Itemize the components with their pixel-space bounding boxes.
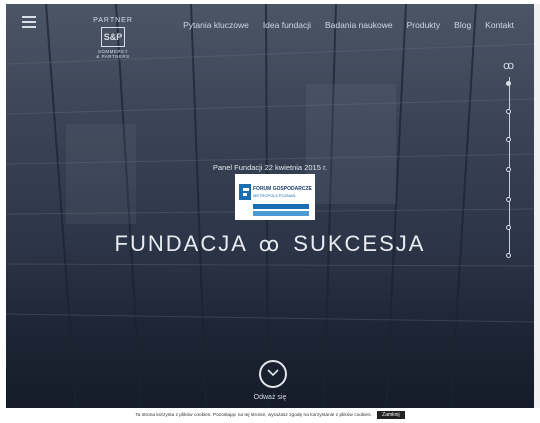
nav-item-badania[interactable]: Badania naukowe xyxy=(325,20,393,30)
scroll-down-button[interactable] xyxy=(259,360,287,388)
logo-mark: S&P xyxy=(101,27,125,47)
logo[interactable]: PARTNER S&P SOMMEREY & PARTNERS xyxy=(90,17,136,59)
cookie-text: Ta strona korzysta z plików cookies. Poz… xyxy=(135,413,372,418)
scroll-label: Odważ się xyxy=(253,394,287,401)
title-right: SUKCESJA xyxy=(293,231,426,256)
section-dot-5[interactable] xyxy=(506,197,511,202)
page-scrollbar[interactable] xyxy=(534,4,540,408)
cookie-bar: Ta strona korzysta z plików cookies. Poz… xyxy=(0,408,540,423)
nav-item-idea[interactable]: Idea fundacji xyxy=(263,20,311,30)
title-left: FUNDACJA xyxy=(114,231,247,256)
section-dot-2[interactable] xyxy=(506,109,511,114)
badge-line2: METROPOLII POZNAŃ xyxy=(253,193,296,198)
sukcesja-symbol-icon: ꝏ xyxy=(258,234,282,256)
nav-item-blog[interactable]: Blog xyxy=(454,20,471,30)
nav-item-pytania[interactable]: Pytania kluczowe xyxy=(183,20,249,30)
sukcesja-symbol-icon: ꝏ xyxy=(503,60,515,72)
forum-badge[interactable]: FORUM GOSPODARCZE METROPOLII POZNAŃ xyxy=(235,174,315,220)
badge-line1: FORUM GOSPODARCZE xyxy=(253,186,312,192)
main-nav: Pytania kluczowe Idea fundacji Badania n… xyxy=(183,20,514,30)
section-dot-6[interactable] xyxy=(506,225,511,230)
cookie-close-button[interactable]: Zamknij xyxy=(377,411,405,419)
hamburger-icon xyxy=(22,16,36,18)
hero-section: PARTNER S&P SOMMEREY & PARTNERS Pytania … xyxy=(6,4,534,408)
chevron-down-icon xyxy=(267,369,279,377)
section-dot-3[interactable] xyxy=(506,137,511,142)
nav-item-kontakt[interactable]: Kontakt xyxy=(485,20,514,30)
nav-item-produkty[interactable]: Produkty xyxy=(407,20,441,30)
panel-caption: Panel Fundacji 22 kwietnia 2015 r. xyxy=(212,163,328,172)
logo-firm-line2: & PARTNERS xyxy=(96,54,130,59)
section-dot-1[interactable] xyxy=(506,81,511,86)
hero-title: FUNDACJA ꝏ SUKCESJA xyxy=(6,231,534,257)
menu-button[interactable] xyxy=(22,16,36,28)
logo-partner-text: PARTNER xyxy=(93,17,133,24)
